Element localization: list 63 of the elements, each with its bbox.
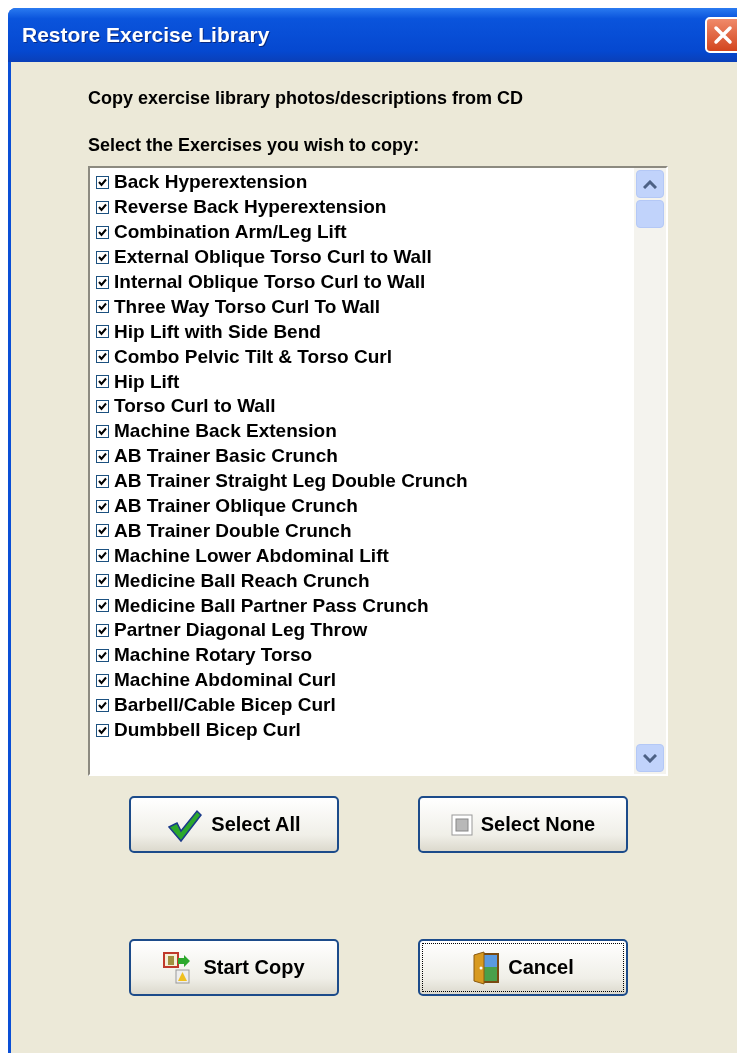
checkbox[interactable]	[96, 325, 109, 339]
exercise-label[interactable]: AB Trainer Straight Leg Double Crunch	[114, 470, 468, 493]
checkbox[interactable]	[96, 250, 109, 264]
window-title: Restore Exercise Library	[22, 23, 270, 47]
square-icon	[450, 813, 473, 836]
cancel-button[interactable]: Cancel	[418, 939, 628, 996]
checkbox[interactable]	[96, 623, 109, 637]
checkbox[interactable]	[96, 200, 109, 214]
exercise-label[interactable]: Machine Back Extension	[114, 420, 337, 443]
exercise-label[interactable]: Combination Arm/Leg Lift	[114, 221, 347, 244]
scrollbar[interactable]	[634, 168, 666, 774]
checkbox[interactable]	[96, 350, 109, 364]
exercise-label[interactable]: Medicine Ball Partner Pass Crunch	[114, 594, 429, 617]
select-none-button[interactable]: Select None	[418, 796, 628, 853]
start-copy-button[interactable]: Start Copy	[129, 939, 339, 996]
exercise-label[interactable]: AB Trainer Double Crunch	[114, 519, 352, 542]
exercise-label[interactable]: AB Trainer Basic Crunch	[114, 445, 338, 468]
exercise-label[interactable]: Machine Rotary Torso	[114, 644, 313, 667]
checkbox[interactable]	[96, 574, 109, 588]
exercise-label[interactable]: Internal Oblique Torso Curl to Wall	[114, 271, 426, 293]
list-label: Select the Exercises you wish to copy:	[88, 135, 421, 156]
exercise-label[interactable]: Torso Curl to Wall	[114, 395, 276, 418]
exercise-label[interactable]: Back Hyperextension	[114, 171, 308, 194]
exercise-label[interactable]: Reverse Back Hyperextension	[114, 196, 387, 219]
instruction-text: Copy exercise library photos/descriptions from CD	[88, 88, 525, 109]
checkbox[interactable]	[96, 524, 109, 538]
checkbox[interactable]	[96, 275, 109, 289]
checkbox[interactable]	[96, 449, 109, 463]
exercise-label[interactable]: Machine Lower Abdominal Lift	[114, 544, 389, 567]
exercise-label[interactable]: Medicine Ball Reach Crunch	[114, 569, 370, 592]
checkbox[interactable]	[96, 648, 109, 662]
exercise-label[interactable]: Barbell/Cable Bicep Curl	[114, 694, 336, 717]
checkbox[interactable]	[96, 399, 109, 413]
checkbox[interactable]	[96, 424, 109, 438]
checkbox[interactable]	[96, 375, 109, 389]
door-icon	[472, 950, 501, 985]
select-all-button[interactable]: Select All	[129, 796, 339, 853]
checkbox[interactable]	[96, 698, 109, 712]
exercise-label[interactable]: AB Trainer Oblique Crunch	[114, 495, 358, 517]
close-icon	[713, 25, 733, 45]
chevron-up-icon	[643, 179, 657, 189]
checkbox[interactable]	[96, 599, 109, 613]
checkbox[interactable]	[96, 549, 109, 563]
exercise-label[interactable]: Three Way Torso Curl To Wall	[114, 295, 381, 318]
exercise-label[interactable]: Dumbbell Bicep Curl	[114, 719, 301, 742]
checkbox[interactable]	[96, 723, 109, 737]
checkbox[interactable]	[96, 474, 109, 488]
checkbox[interactable]	[96, 225, 109, 239]
exercise-label[interactable]: External Oblique Torso Curl to Wall	[114, 246, 432, 269]
checkbox[interactable]	[96, 175, 109, 189]
scroll-down-button[interactable]	[636, 744, 664, 772]
checkbox[interactable]	[96, 499, 109, 513]
checkbox[interactable]	[96, 300, 109, 314]
exercise-label[interactable]: Machine Abdominal Curl	[114, 669, 337, 692]
chevron-down-icon	[643, 753, 657, 763]
exercise-label[interactable]: Combo Pelvic Tilt & Torso Curl	[114, 345, 392, 368]
scroll-up-button[interactable]	[636, 170, 664, 198]
scroll-thumb[interactable]	[636, 200, 664, 228]
exercise-label[interactable]: Hip Lift with Side Bend	[114, 320, 321, 343]
exercise-label[interactable]: Hip Lift	[114, 370, 180, 393]
exercise-label[interactable]: Partner Diagonal Leg Throw	[114, 619, 368, 642]
close-button[interactable]	[705, 17, 737, 53]
checkbox[interactable]	[96, 673, 109, 687]
